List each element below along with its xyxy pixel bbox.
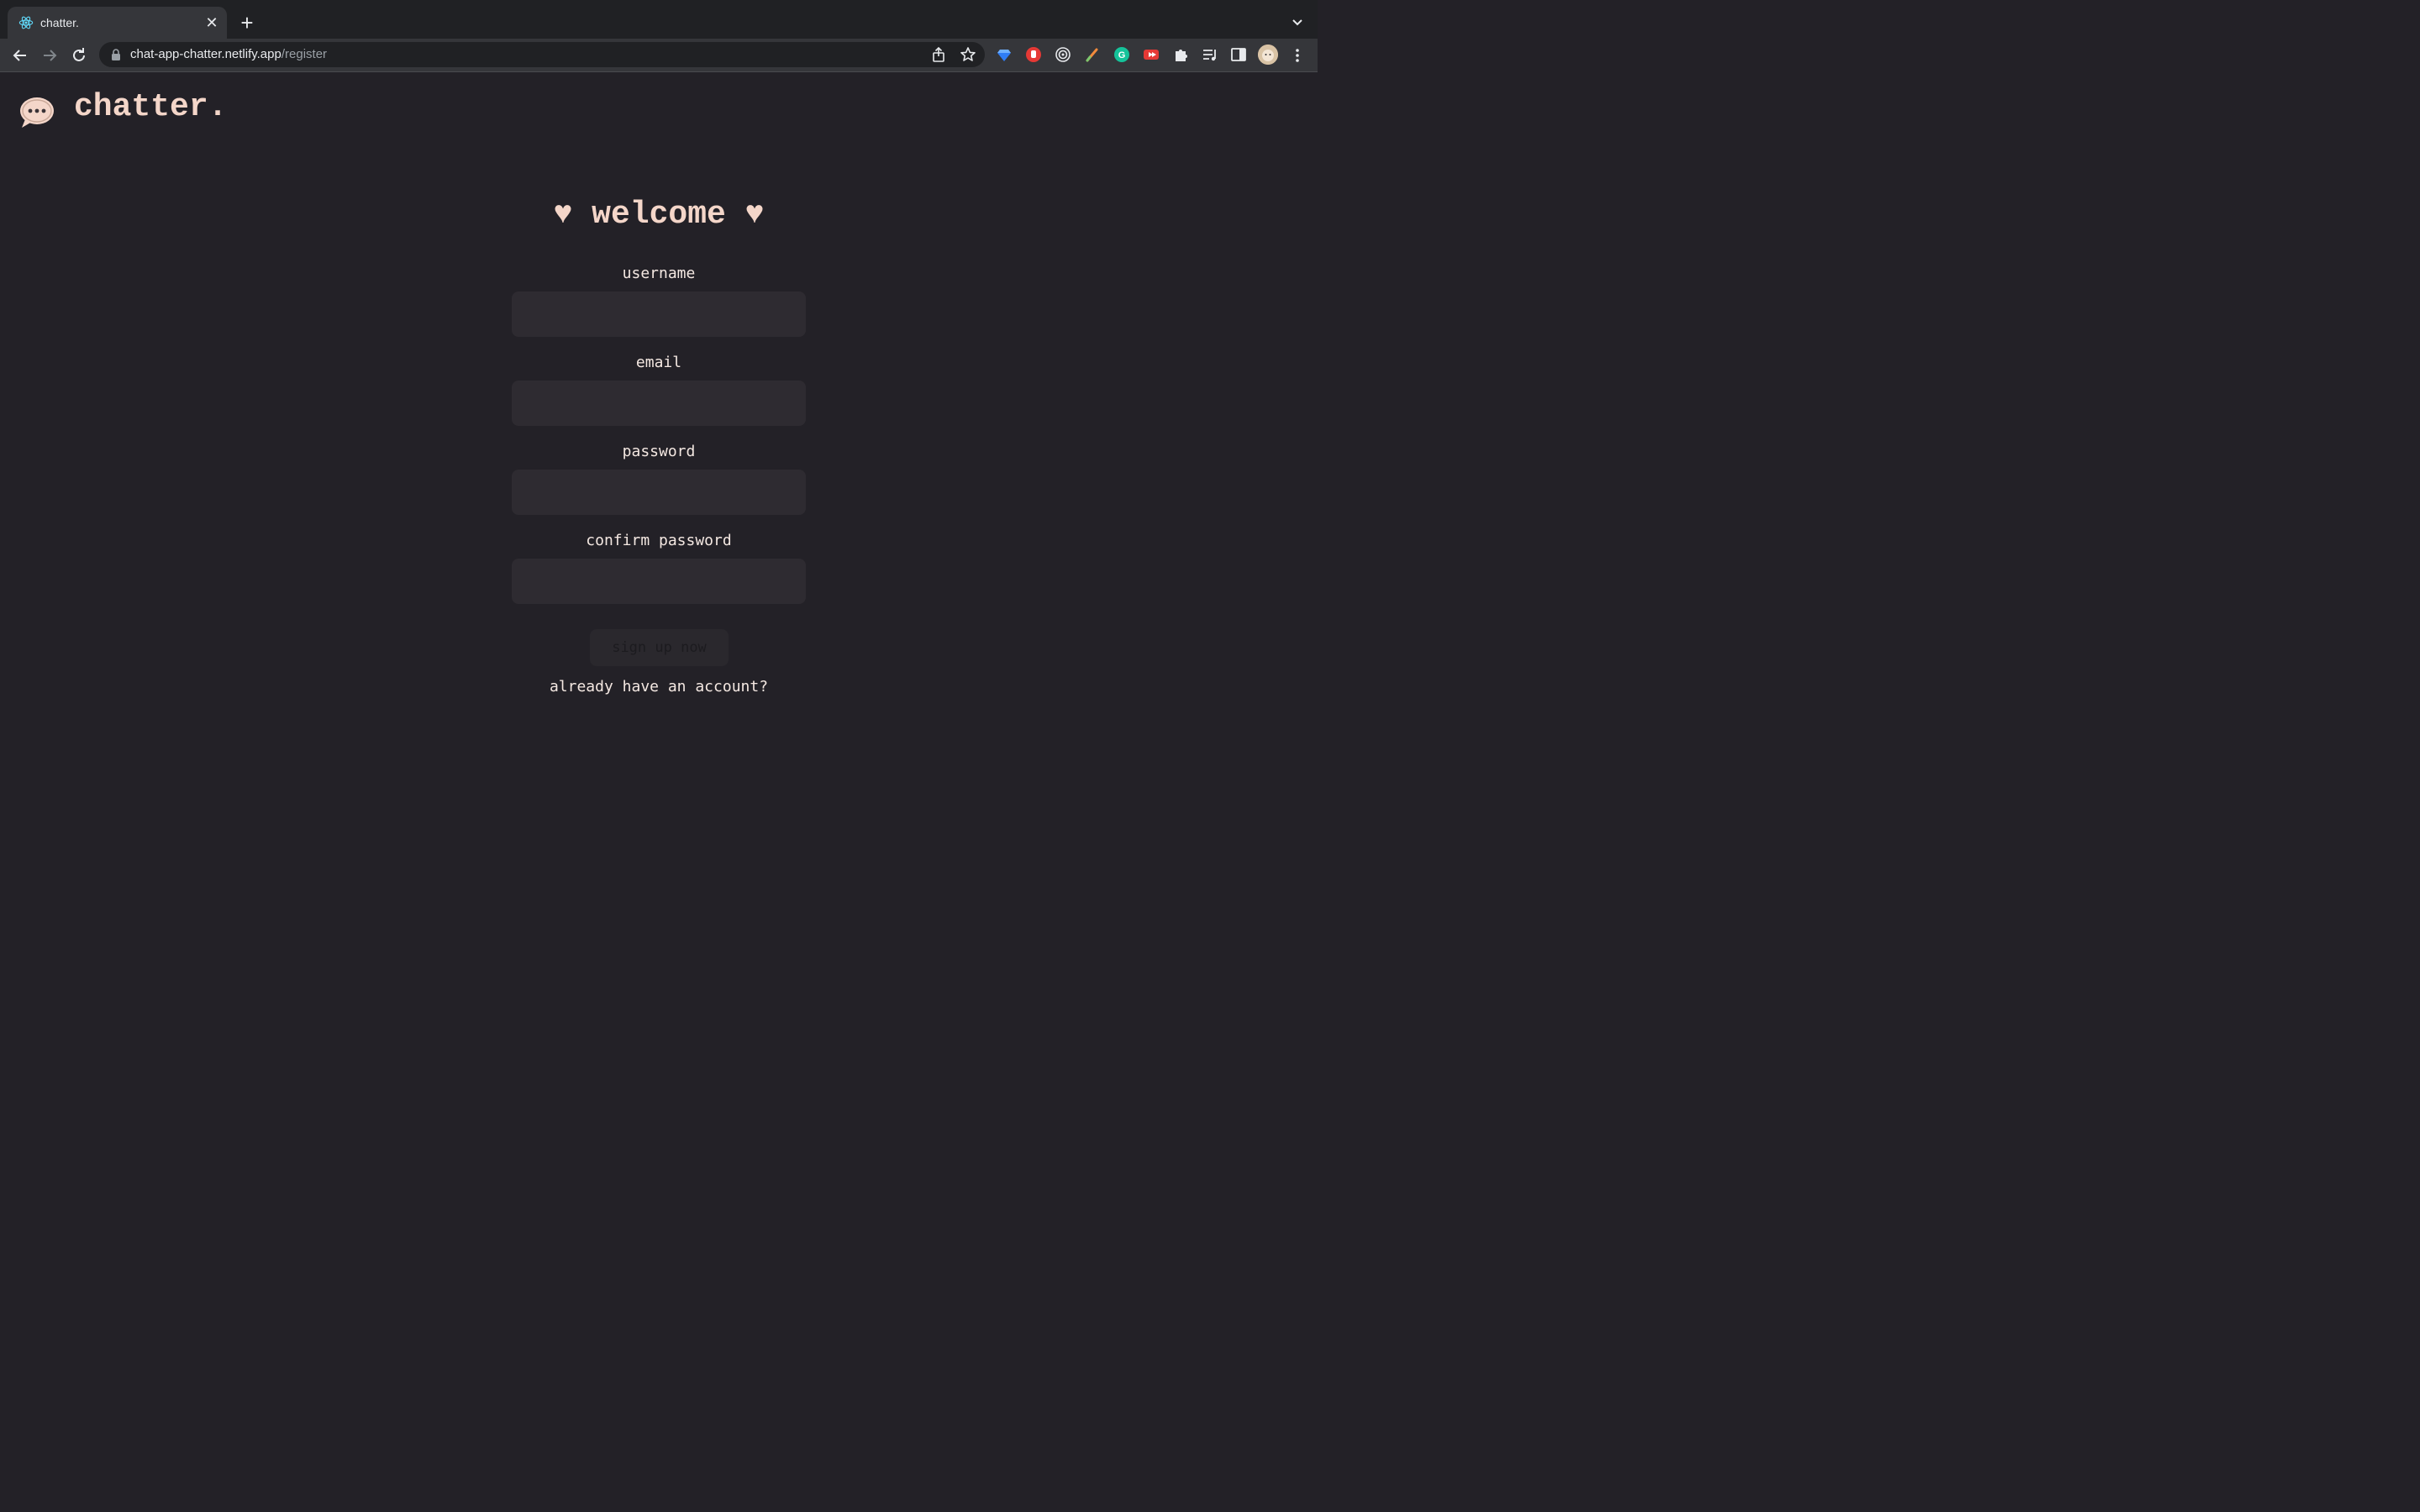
password-input[interactable] <box>512 470 806 515</box>
forward-arrow-icon[interactable] <box>40 46 59 65</box>
hand-block-icon[interactable] <box>1025 46 1042 63</box>
username-label: username <box>622 265 696 282</box>
username-input[interactable] <box>512 291 806 337</box>
react-atom-icon <box>18 16 34 29</box>
grammarly-icon[interactable]: G <box>1113 46 1130 63</box>
sidebar-icon[interactable] <box>1230 46 1247 63</box>
password-label: password <box>622 443 696 460</box>
url-text[interactable]: chat-app-chatter.netlify.app/register <box>130 47 327 61</box>
login-link[interactable]: already have an account? <box>0 678 1318 696</box>
youtube-icon[interactable] <box>1143 46 1160 63</box>
playlist-icon[interactable] <box>1202 46 1218 63</box>
back-arrow-icon[interactable] <box>11 46 29 65</box>
lock-icon[interactable] <box>110 48 122 61</box>
new-tab-icon[interactable]: + <box>237 12 257 34</box>
more-menu-icon[interactable] <box>1291 46 1304 65</box>
pen-icon[interactable] <box>1084 46 1101 63</box>
avatar-face-icon <box>1258 45 1278 65</box>
svg-text:G: G <box>1118 50 1126 60</box>
reload-icon[interactable] <box>70 46 88 65</box>
speech-bubble-icon <box>20 97 54 128</box>
puzzle-icon[interactable] <box>1172 46 1189 63</box>
tab-title: chatter. <box>40 16 79 29</box>
email-input[interactable] <box>512 381 806 426</box>
browser-tab[interactable]: chatter. ✕ <box>8 7 227 39</box>
tab-strip: chatter. ✕ + <box>0 0 1318 39</box>
email-label: email <box>635 354 682 371</box>
welcome-title: ♥ welcome ♥ <box>553 197 765 233</box>
url-path: /register <box>281 47 328 61</box>
sign-up-button[interactable]: sign up now <box>590 629 729 666</box>
app-logo-text[interactable]: chatter. <box>74 89 227 125</box>
confirm-password-input[interactable] <box>512 559 806 604</box>
chevron-down-icon[interactable] <box>1288 13 1307 32</box>
gem-icon[interactable] <box>996 46 1013 63</box>
url-host: chat-app-chatter.netlify.app <box>130 47 281 61</box>
close-tab-icon[interactable]: ✕ <box>203 14 220 31</box>
confirm-password-label: confirm password <box>586 532 732 549</box>
profile-avatar[interactable] <box>1258 45 1278 65</box>
star-icon[interactable] <box>960 46 976 63</box>
target-icon[interactable] <box>1055 46 1071 63</box>
share-icon[interactable] <box>930 46 947 63</box>
